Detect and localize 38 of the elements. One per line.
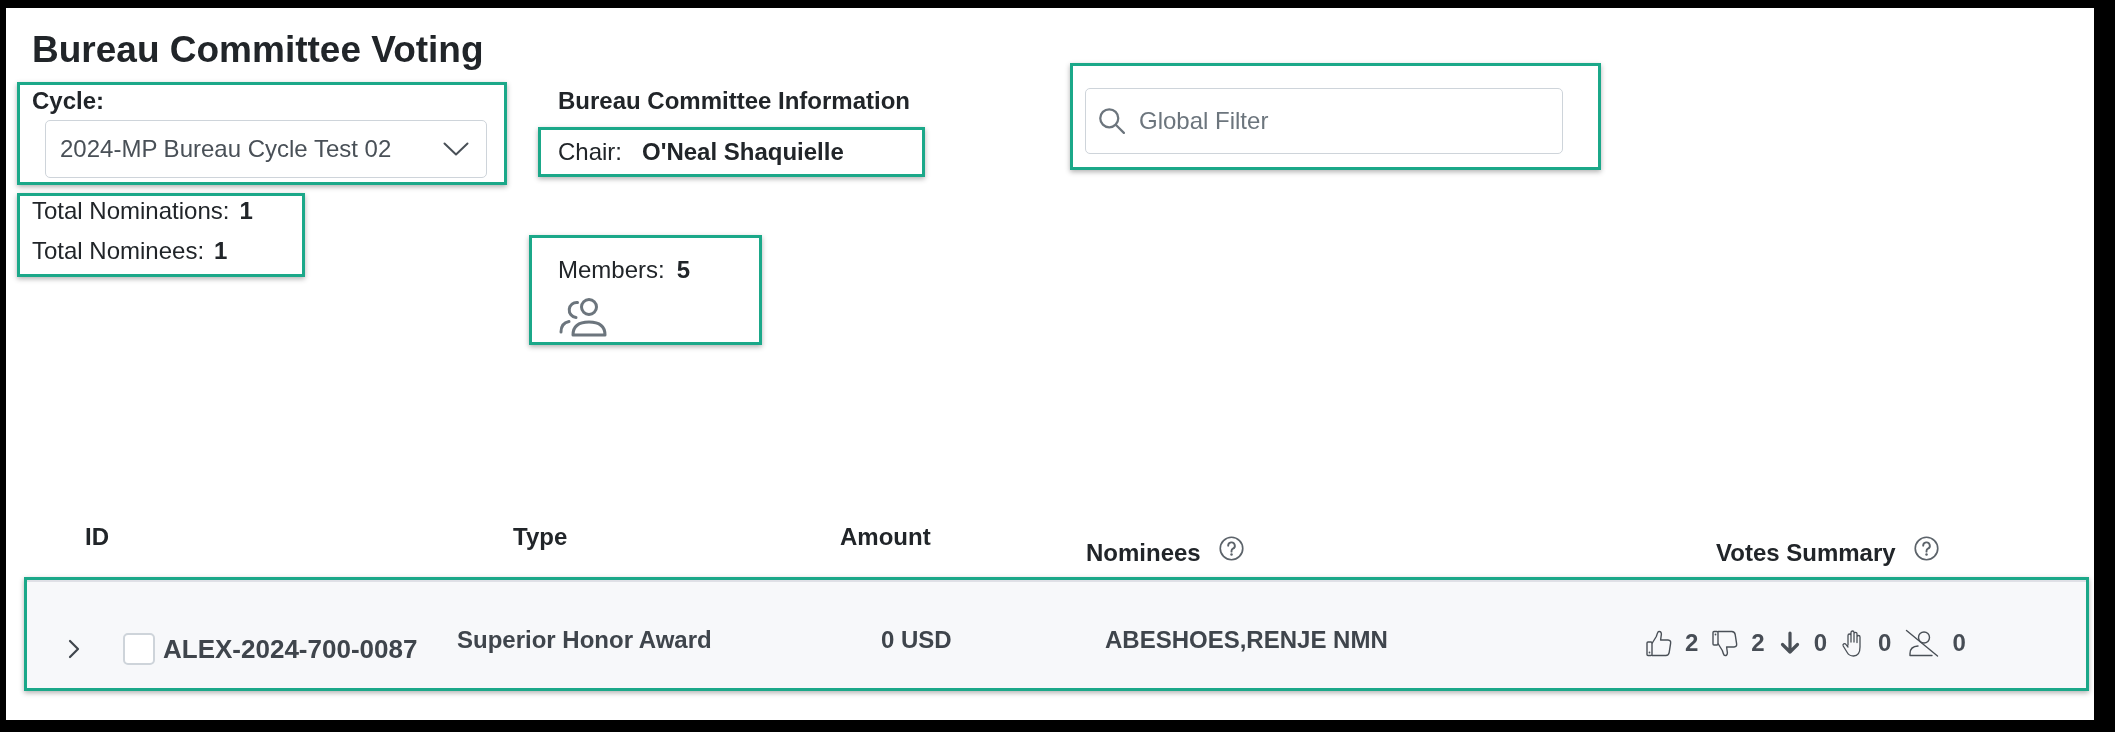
column-header: Type [513,523,568,551]
chair-name: O'Neal Shaquielle [642,138,844,166]
table-row[interactable]: ALEX-2024-700-0087 Superior Honor Award 0 USD ABESHOES,RENJE NMN 2 2 0 0 0 [27,580,2086,688]
thumbs-down-icon [1712,629,1739,657]
vote-count: 0 [1813,629,1828,657]
page-title: Bureau Committee Voting [32,28,485,72]
person-slash-icon [1905,629,1940,657]
cycle-dropdown[interactable]: 2024-MP Bureau Cycle Test 02 [45,120,487,178]
column-header: ID [85,523,109,551]
search-field[interactable]: Global Filter [1085,88,1563,154]
table-cell: 0 USD [881,626,952,653]
vote-count: 2 [1751,629,1765,657]
thumbs-up-icon [1646,629,1672,657]
table-cell: ABESHOES,RENJE NMN [1105,626,1388,653]
chevron-down-icon [443,142,469,156]
table-cell: ALEX-2024-700-0087 [163,633,418,665]
help-icon[interactable] [1913,535,1939,561]
stat-label: Total Nominees: [32,237,205,265]
stat-value: 1 [214,237,228,265]
column-header: Votes Summary [1716,539,1896,567]
section-heading: Bureau Committee Information [558,87,911,115]
chevron-right-icon[interactable] [68,639,80,659]
arrow-down-icon [1778,631,1801,655]
members-label: Members: [558,256,665,284]
vote-count: 0 [1952,629,1966,657]
stat-label: Total Nominations: [32,197,230,225]
search-icon [1098,107,1125,134]
vote-count: 2 [1685,629,1699,657]
column-header: Amount [840,523,931,551]
row-checkbox[interactable] [123,633,155,665]
table-cell: Superior Honor Award [457,626,712,653]
vote-count: 0 [1878,629,1892,657]
members-count: 5 [676,256,691,284]
cycle-label: Cycle: [32,87,105,115]
chair-label: Chair: [558,138,623,166]
help-icon[interactable] [1218,535,1244,561]
column-header: Nominees [1086,539,1201,567]
stat-value: 1 [239,197,253,225]
